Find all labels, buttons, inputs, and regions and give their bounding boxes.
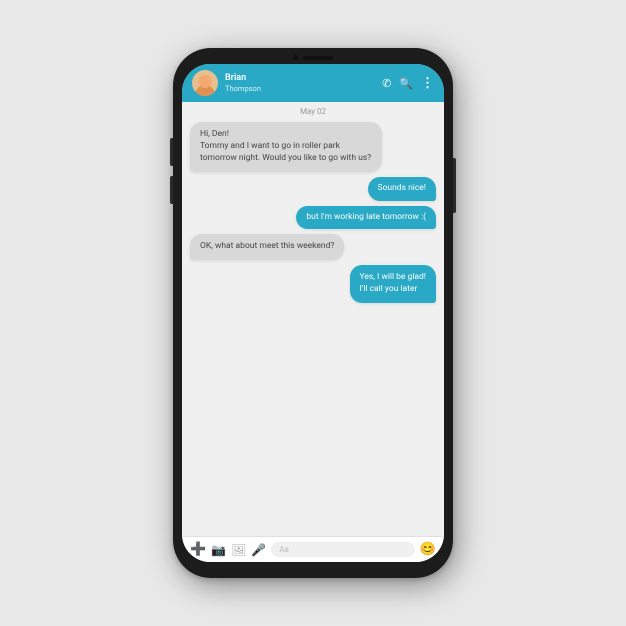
contact-sub: Thompson — [225, 84, 375, 93]
call-icon[interactable]: ✆ — [382, 77, 391, 90]
image-icon[interactable]: 🖼 — [231, 543, 246, 557]
message-bubble-3: but I'm working late tomorrow :( — [296, 206, 436, 230]
chat-body[interactable]: Hi, Den! Tommy and I want to go in rolle… — [182, 118, 444, 536]
chat-header: Brian Thompson ✆ 🔍 ⋮ — [182, 64, 444, 102]
header-actions: ✆ 🔍 ⋮ — [382, 77, 434, 90]
date-label: May 02 — [182, 102, 444, 118]
phone-screen: Brian Thompson ✆ 🔍 ⋮ May 02 Hi, Den! Tom… — [182, 64, 444, 562]
mic-icon[interactable]: 🎤 — [251, 543, 266, 557]
avatar — [192, 70, 218, 96]
emoji-icon[interactable]: 😊 — [420, 542, 436, 557]
contact-info: Brian Thompson — [225, 73, 375, 94]
phone-wrapper: Brian Thompson ✆ 🔍 ⋮ May 02 Hi, Den! Tom… — [173, 48, 453, 578]
attach-icon[interactable]: ➕ — [190, 542, 206, 557]
contact-name: Brian — [225, 73, 375, 85]
message-bubble-1: Hi, Den! Tommy and I want to go in rolle… — [190, 122, 382, 172]
message-bubble-2: Sounds nice! — [368, 177, 436, 201]
more-icon[interactable]: ⋮ — [421, 77, 434, 90]
message-bubble-4: OK, what about meet this weekend? — [190, 234, 344, 260]
camera-dot — [293, 55, 298, 60]
message-bubble-5: Yes, I will be glad! I'll call you later — [350, 265, 436, 303]
phone-notch — [293, 55, 333, 60]
speaker-slot — [303, 56, 333, 60]
chat-input-bar: ➕ 📷 🖼 🎤 Aa 😊 — [182, 536, 444, 562]
search-icon[interactable]: 🔍 — [399, 77, 413, 90]
camera-icon[interactable]: 📷 — [211, 543, 226, 557]
text-input-field[interactable]: Aa — [271, 542, 414, 557]
